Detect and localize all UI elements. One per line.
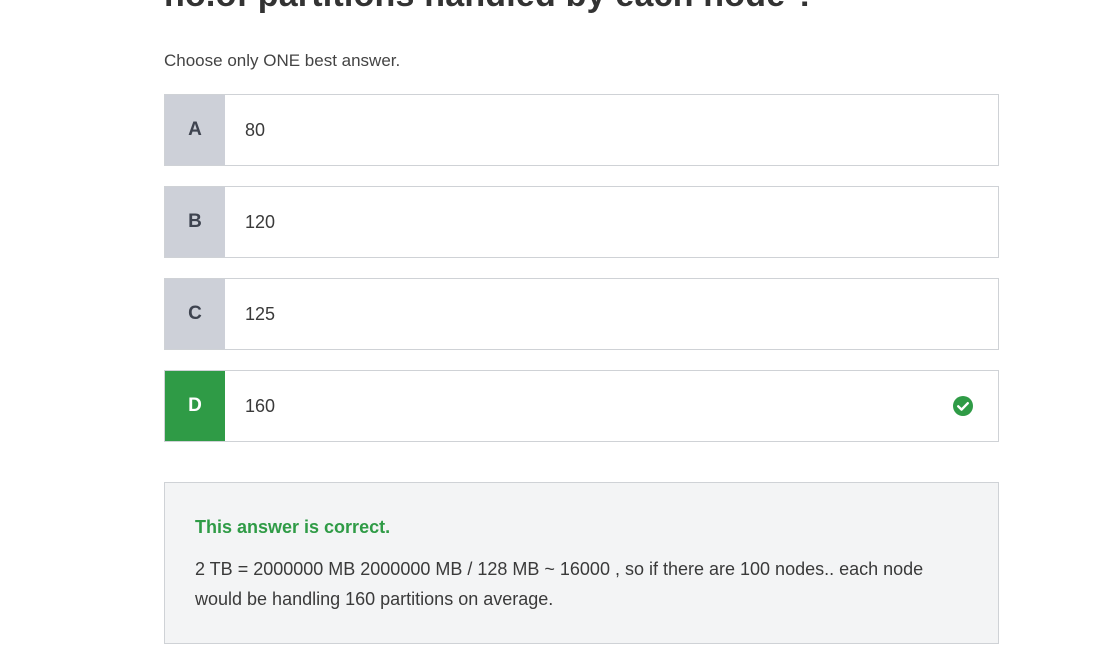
option-letter: C — [165, 279, 225, 349]
question-instruction: Choose only ONE best answer. — [164, 51, 401, 70]
option-b[interactable]: B 120 — [164, 186, 999, 258]
option-text: 80 — [245, 119, 266, 140]
option-c[interactable]: C 125 — [164, 278, 999, 350]
quiz-page: no.of partitions handled by each node ? … — [0, 0, 1102, 650]
option-letter: B — [165, 187, 225, 257]
feedback-explanation: 2 TB = 2000000 MB 2000000 MB / 128 MB ~ … — [195, 559, 924, 609]
check-circle-icon — [953, 396, 973, 416]
option-letter: D — [165, 371, 225, 441]
option-letter: A — [165, 95, 225, 165]
feedback-status: This answer is correct. — [195, 517, 391, 537]
correct-check-icon — [928, 371, 998, 441]
option-text: 120 — [245, 211, 276, 232]
answer-options: A 80 B 120 C 125 D 160 — [164, 94, 999, 462]
option-text: 125 — [245, 303, 276, 324]
option-text: 160 — [245, 395, 276, 416]
question-title: no.of partitions handled by each node ? — [164, 0, 816, 15]
option-a[interactable]: A 80 — [164, 94, 999, 166]
answer-feedback-panel: This answer is correct. 2 TB = 2000000 M… — [164, 482, 999, 644]
option-d[interactable]: D 160 — [164, 370, 999, 442]
